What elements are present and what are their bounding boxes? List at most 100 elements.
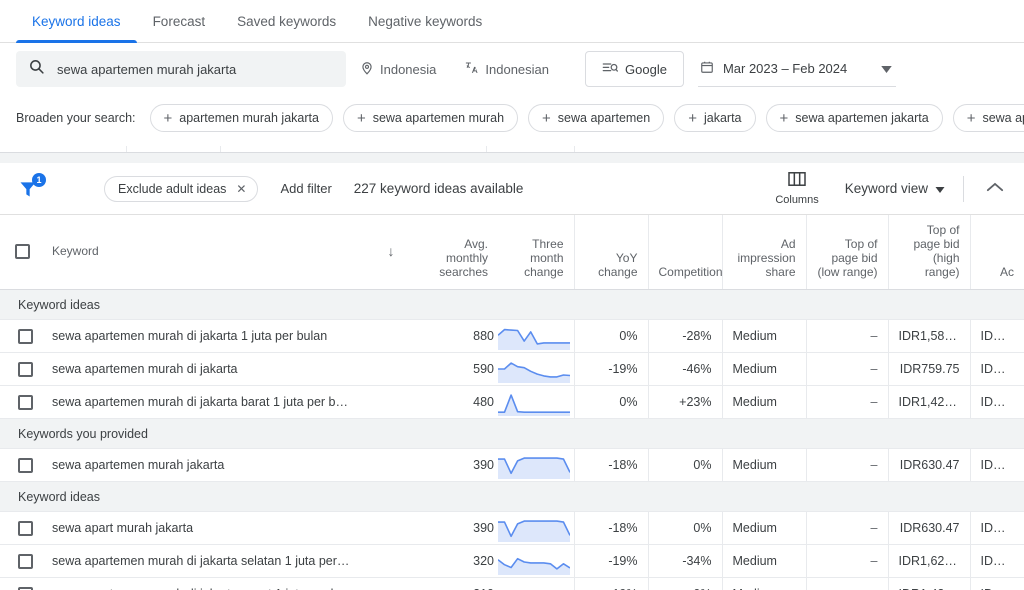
group-title: Keywords you provided <box>0 418 1024 449</box>
broaden-chip[interactable]: + sewa apartemen murah <box>342 104 519 132</box>
cell-search-trend-sparkline <box>498 352 575 386</box>
row-checkbox[interactable] <box>18 394 33 410</box>
close-icon[interactable]: ✕ <box>236 182 246 196</box>
cell-keyword: sewa apartemen murah di jakarta pusat 1 … <box>44 577 362 590</box>
cell-avg-monthly-searches: 390 <box>420 511 498 545</box>
cell-sort-spacer <box>362 577 420 590</box>
col-label-yoy-change: YoY change <box>598 251 638 279</box>
row-select-cell <box>0 544 44 578</box>
collapse-panel-button[interactable] <box>982 176 1008 202</box>
columns-label: Columns <box>775 194 819 206</box>
tab-saved-keywords[interactable]: Saved keywords <box>221 0 352 42</box>
cell-top-of-page-bid-high: IDR5,863.76 <box>970 544 1024 578</box>
cell-yoy-change: 0% <box>648 448 723 482</box>
broaden-chip-label: sewa apartemen jakarta <box>795 111 929 125</box>
col-label-competition: Competition <box>658 265 723 279</box>
cell-keyword: sewa apartemen murah di jakarta 1 juta p… <box>44 319 362 353</box>
tab-forecast[interactable]: Forecast <box>137 0 222 42</box>
cell-sort-spacer <box>362 544 420 578</box>
location-label: Indonesia <box>380 61 437 77</box>
table-row[interactable]: sewa apartemen murah jakarta 390 -18% 0% Med… <box>0 448 1024 482</box>
row-checkbox[interactable] <box>18 328 33 344</box>
cell-keyword: sewa apart murah jakarta <box>44 511 362 545</box>
cell-yoy-change: -46% <box>648 352 723 386</box>
view-selector[interactable]: Keyword view <box>845 181 945 196</box>
language-selector[interactable]: Indonesian <box>450 51 563 87</box>
network-label: Google <box>625 61 667 77</box>
cell-top-of-page-bid-low: IDR1,426.32 <box>888 385 971 419</box>
cell-three-month-change: 0% <box>574 385 649 419</box>
col-header-competition[interactable]: Competition <box>648 215 723 290</box>
cell-top-of-page-bid-low: IDR1,626.53 <box>888 544 971 578</box>
row-checkbox[interactable] <box>18 361 33 377</box>
cell-top-of-page-bid-high: IDR5,118.71 <box>970 319 1024 353</box>
toolbar-divider <box>963 175 964 202</box>
cell-competition: Medium <box>722 544 807 578</box>
group-header-row: Keyword ideas <box>0 481 1024 512</box>
cell-sort-spacer <box>362 319 420 353</box>
broaden-chip[interactable]: + jakarta <box>674 104 756 132</box>
chevron-down-icon <box>935 181 945 196</box>
col-header-account-status[interactable]: Ac <box>970 215 1024 290</box>
table-row[interactable]: sewa apartemen murah di jakarta barat 1 … <box>0 385 1024 419</box>
col-header-three-month-change[interactable]: Three month change <box>498 215 575 290</box>
cell-sort-spacer <box>362 511 420 545</box>
col-label-account-status: Ac <box>999 265 1014 279</box>
cell-sort-spacer <box>362 352 420 386</box>
cell-competition: Medium <box>722 511 807 545</box>
row-checkbox[interactable] <box>18 457 33 473</box>
add-filter-button[interactable]: Add filter <box>280 181 331 196</box>
search-input[interactable]: sewa apartemen murah jakarta <box>16 51 346 87</box>
cell-yoy-change: -28% <box>648 319 723 353</box>
table-toolbar: 1 Exclude adult ideas ✕ Add filter 227 k… <box>0 163 1024 215</box>
broaden-chip[interactable]: + sewa apartemen murah tangerang <box>952 104 1024 132</box>
col-header-avg-monthly-searches[interactable]: Avg. monthly searches <box>420 215 498 290</box>
location-selector[interactable]: Indonesia <box>346 51 450 87</box>
cell-yoy-change: 0% <box>648 511 723 545</box>
sort-indicator-header[interactable]: ↓ <box>362 215 420 290</box>
keyword-ideas-table: Keyword ↓ Avg. monthly searches Three mo… <box>0 215 1024 590</box>
active-filter-chip[interactable]: Exclude adult ideas ✕ <box>104 175 259 202</box>
broaden-chip-label: sewa apartemen <box>557 111 651 125</box>
network-selector[interactable]: Google <box>585 51 684 87</box>
filter-icon[interactable]: 1 <box>18 172 52 199</box>
tab-label: Forecast <box>152 13 206 29</box>
col-header-top-of-page-bid-high[interactable]: Top of page bid (high range) <box>888 215 971 290</box>
broaden-chip[interactable]: + apartemen murah jakarta <box>149 104 333 132</box>
cell-ad-impression-share: – <box>806 385 889 419</box>
table-row[interactable]: sewa apartemen murah di jakarta 1 juta p… <box>0 319 1024 353</box>
cell-search-trend-sparkline <box>498 544 575 578</box>
columns-button[interactable]: Columns <box>775 171 819 206</box>
col-header-ad-impression-share[interactable]: Ad impression share <box>722 215 807 290</box>
col-header-top-of-page-bid-low[interactable]: Top of page bid (low range) <box>806 215 889 290</box>
row-select-cell <box>0 319 44 353</box>
row-checkbox[interactable] <box>18 520 33 536</box>
row-select-cell <box>0 385 44 419</box>
location-pin-icon <box>360 61 374 78</box>
cell-search-trend-sparkline <box>498 385 575 419</box>
cell-top-of-page-bid-high: IDR5,557.66 <box>970 385 1024 419</box>
select-all-checkbox[interactable] <box>14 243 30 259</box>
table-row[interactable]: sewa apartemen murah di jakarta selatan … <box>0 544 1024 578</box>
broaden-chip-label: sewa apartemen murah <box>372 111 505 125</box>
search-query-text: sewa apartemen murah jakarta <box>57 61 237 77</box>
broaden-chip[interactable]: + sewa apartemen <box>528 104 665 132</box>
tab-keyword-ideas[interactable]: Keyword ideas <box>16 0 137 43</box>
row-checkbox[interactable] <box>18 553 33 569</box>
col-header-keyword[interactable]: Keyword <box>44 215 362 290</box>
broaden-chip[interactable]: + sewa apartemen jakarta <box>765 104 943 132</box>
cell-avg-monthly-searches: 880 <box>420 319 498 353</box>
table-row[interactable]: sewa apartemen murah di jakarta 590 -19% -4… <box>0 352 1024 386</box>
sort-desc-icon: ↓ <box>387 242 395 259</box>
table-row[interactable]: sewa apart murah jakarta 390 -18% 0% Medium –… <box>0 511 1024 545</box>
plus-icon: + <box>356 109 366 127</box>
tab-negative-keywords[interactable]: Negative keywords <box>352 0 498 42</box>
table-row[interactable]: sewa apartemen murah di jakarta pusat 1 … <box>0 577 1024 590</box>
col-header-yoy-change[interactable]: YoY change <box>574 215 649 290</box>
cell-ad-impression-share: – <box>806 319 889 353</box>
cell-sort-spacer <box>362 448 420 482</box>
date-range-selector[interactable]: Mar 2023 – Feb 2024 <box>697 51 897 87</box>
group-title: Keyword ideas <box>0 481 1024 512</box>
cell-ad-impression-share: – <box>806 352 889 386</box>
row-checkbox[interactable] <box>18 586 33 590</box>
